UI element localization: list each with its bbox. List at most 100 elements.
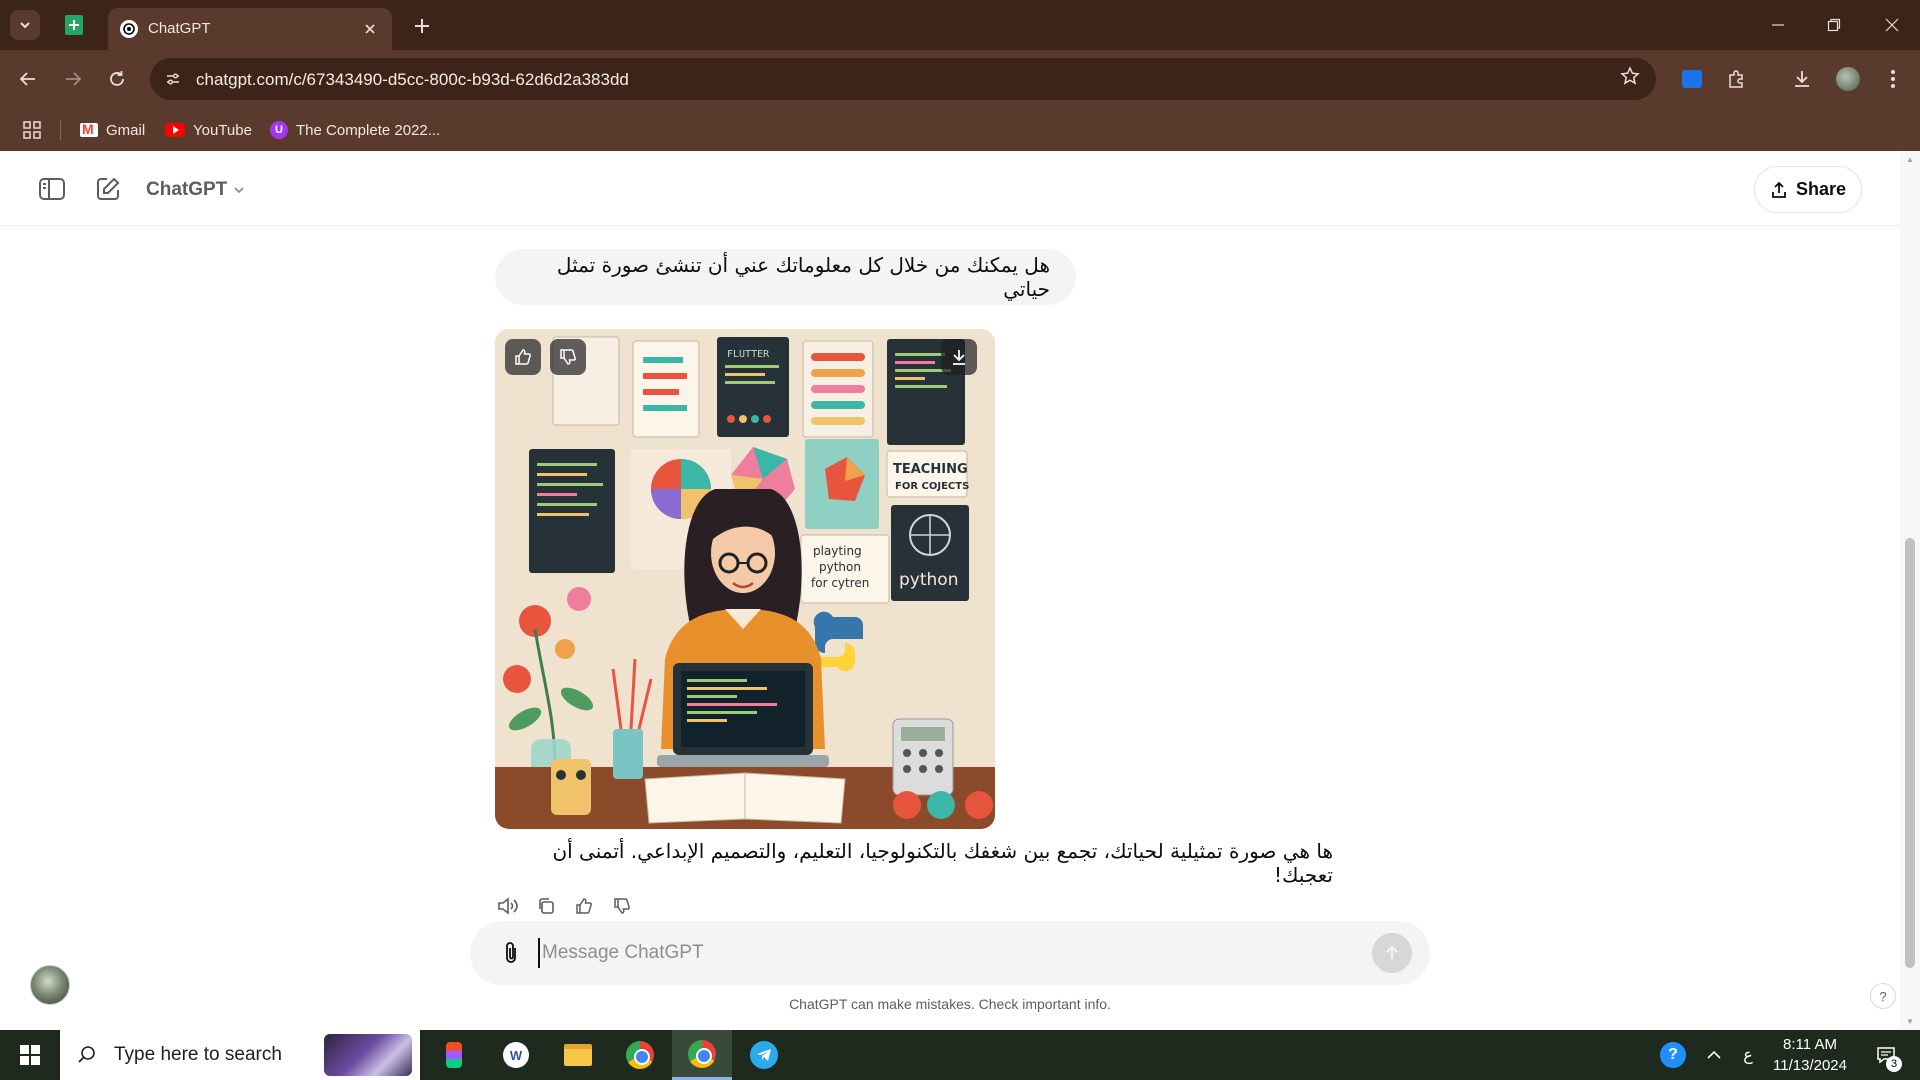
copy-button[interactable]	[531, 891, 561, 921]
sidebar-toggle-button[interactable]	[36, 173, 68, 205]
new-tab-button[interactable]	[408, 12, 436, 40]
share-upload-icon	[1772, 181, 1786, 198]
plus-icon	[415, 19, 429, 33]
thumbs-down-icon	[560, 349, 576, 365]
system-clock[interactable]: 8:11 AM 11/13/2024	[1762, 1034, 1858, 1076]
read-aloud-button[interactable]	[493, 891, 523, 921]
arrow-left-icon	[19, 72, 35, 86]
bookmark-gmail[interactable]: Gmail	[80, 119, 145, 141]
chatgpt-favicon-icon	[120, 20, 138, 38]
forward-button[interactable]	[58, 64, 88, 94]
clock-time: 8:11 AM	[1783, 1036, 1837, 1053]
taskbar-chrome[interactable]	[610, 1030, 670, 1080]
good-response-button[interactable]	[569, 891, 599, 921]
extension-blue-icon[interactable]	[1677, 64, 1707, 94]
close-icon	[1885, 18, 1899, 32]
assistant-message: ها هي صورة تمثيلية لحياتك، تجمع بين شغفك…	[495, 839, 1335, 887]
message-composer	[470, 921, 1430, 985]
folder-icon	[564, 1044, 592, 1066]
model-selector[interactable]: ChatGPT	[146, 179, 245, 201]
windows-taskbar: Type here to search W ? ع 8:11 AM 11/13/…	[0, 1030, 1920, 1080]
extensions-puzzle-icon[interactable]	[1721, 64, 1751, 94]
taskbar-figma[interactable]	[424, 1030, 484, 1080]
help-tray-icon[interactable]: ?	[1660, 1042, 1686, 1068]
notification-count-badge: 3	[1886, 1056, 1902, 1072]
browser-tab-bar: ChatGPT	[0, 0, 1920, 50]
figma-icon	[446, 1042, 462, 1068]
send-button[interactable]	[1372, 933, 1412, 973]
site-info-icon[interactable]	[160, 66, 186, 92]
new-chat-button[interactable]	[92, 173, 124, 205]
downloads-icon[interactable]	[1787, 64, 1817, 94]
search-placeholder: Type here to search	[114, 1044, 282, 1065]
thumbs-up-icon	[576, 898, 592, 914]
download-icon	[953, 350, 965, 365]
restore-icon	[1827, 18, 1841, 32]
gmail-icon	[80, 121, 98, 137]
assistant-message-text: ها هي صورة تمثيلية لحياتك، تجمع بين شغفك…	[552, 839, 1333, 887]
show-hidden-icons-icon[interactable]	[1702, 1042, 1726, 1068]
chrome-icon	[688, 1039, 716, 1068]
reload-button[interactable]	[102, 64, 132, 94]
generated-image[interactable]: FLUTTER TEACHING FOR COJECTS playting py…	[495, 329, 995, 829]
word-icon: W	[503, 1042, 529, 1068]
minimize-icon	[1772, 24, 1784, 26]
user-message-text: هل يمكنك من خلال كل معلوماتك عني أن تنشئ…	[556, 253, 1050, 301]
taskbar-word[interactable]: W	[486, 1030, 546, 1080]
taskbar-file-explorer[interactable]	[548, 1030, 608, 1080]
profile-avatar-icon[interactable]	[1833, 64, 1863, 94]
user-avatar[interactable]	[30, 965, 70, 1005]
message-actions	[493, 891, 637, 921]
paperclip-icon	[506, 942, 516, 963]
close-window-button[interactable]	[1872, 10, 1912, 40]
generated-illustration: FLUTTER TEACHING FOR COJECTS playting py…	[495, 329, 995, 829]
bookmark-star-icon[interactable]	[1620, 66, 1640, 92]
share-button[interactable]: Share	[1754, 166, 1862, 213]
speaker-icon	[498, 897, 518, 915]
scrollbar-thumb[interactable]	[1905, 538, 1915, 968]
bookmark-udemy-course[interactable]: U The Complete 2022...	[270, 119, 440, 141]
taskbar-chrome-profile[interactable]	[672, 1030, 732, 1080]
windows-logo-icon	[20, 1045, 40, 1065]
reload-icon	[110, 71, 124, 86]
scroll-up-icon[interactable]: ▲	[1902, 153, 1918, 165]
svg-text:for cytren: for cytren	[811, 576, 869, 590]
bookmark-label: Gmail	[106, 121, 146, 139]
start-button[interactable]	[0, 1030, 60, 1080]
bad-response-button[interactable]	[607, 891, 637, 921]
close-tab-icon[interactable]	[358, 17, 382, 41]
taskbar-search[interactable]: Type here to search	[60, 1030, 420, 1080]
bookmark-youtube[interactable]: YouTube	[165, 119, 252, 141]
arrow-up-icon	[1386, 945, 1398, 959]
scroll-down-icon[interactable]: ▼	[1902, 1015, 1918, 1027]
tab-chatgpt[interactable]: ChatGPT	[108, 8, 392, 50]
bookmarks-separator	[60, 120, 61, 140]
like-image-button[interactable]	[505, 339, 541, 375]
tab-search-button[interactable]	[10, 10, 40, 40]
youtube-icon	[165, 123, 185, 137]
attach-file-button[interactable]	[496, 938, 526, 968]
pinned-tab-sheets[interactable]	[62, 13, 86, 37]
dislike-image-button[interactable]	[550, 339, 586, 375]
back-button[interactable]	[13, 64, 43, 94]
address-bar[interactable]: chatgpt.com/c/67343490-d5cc-800c-b93d-62…	[150, 58, 1656, 100]
help-button[interactable]: ?	[1870, 983, 1896, 1009]
download-image-button[interactable]	[941, 339, 977, 375]
chatgpt-page: ChatGPT Share هل يمكنك من خلال كل معلوما…	[0, 151, 1920, 1030]
taskbar-telegram[interactable]	[734, 1030, 794, 1080]
more-menu-icon[interactable]	[1878, 64, 1908, 94]
chevron-down-icon	[20, 22, 30, 29]
notification-center-button[interactable]: 3	[1866, 1040, 1906, 1072]
input-language-indicator[interactable]: ع	[1738, 1042, 1758, 1068]
browser-toolbar: chatgpt.com/c/67343490-d5cc-800c-b93d-62…	[0, 50, 1920, 108]
apps-grid-icon[interactable]	[22, 120, 42, 140]
restore-button[interactable]	[1814, 10, 1854, 40]
chat-header: ChatGPT Share	[0, 151, 1920, 226]
bookmark-label: The Complete 2022...	[296, 121, 441, 139]
minimize-button[interactable]	[1758, 10, 1798, 40]
message-input[interactable]	[538, 938, 1318, 968]
sidebar-icon	[39, 178, 65, 200]
udemy-icon: U	[270, 121, 288, 139]
search-highlight-image	[324, 1034, 412, 1076]
bookmark-label: YouTube	[193, 121, 252, 139]
